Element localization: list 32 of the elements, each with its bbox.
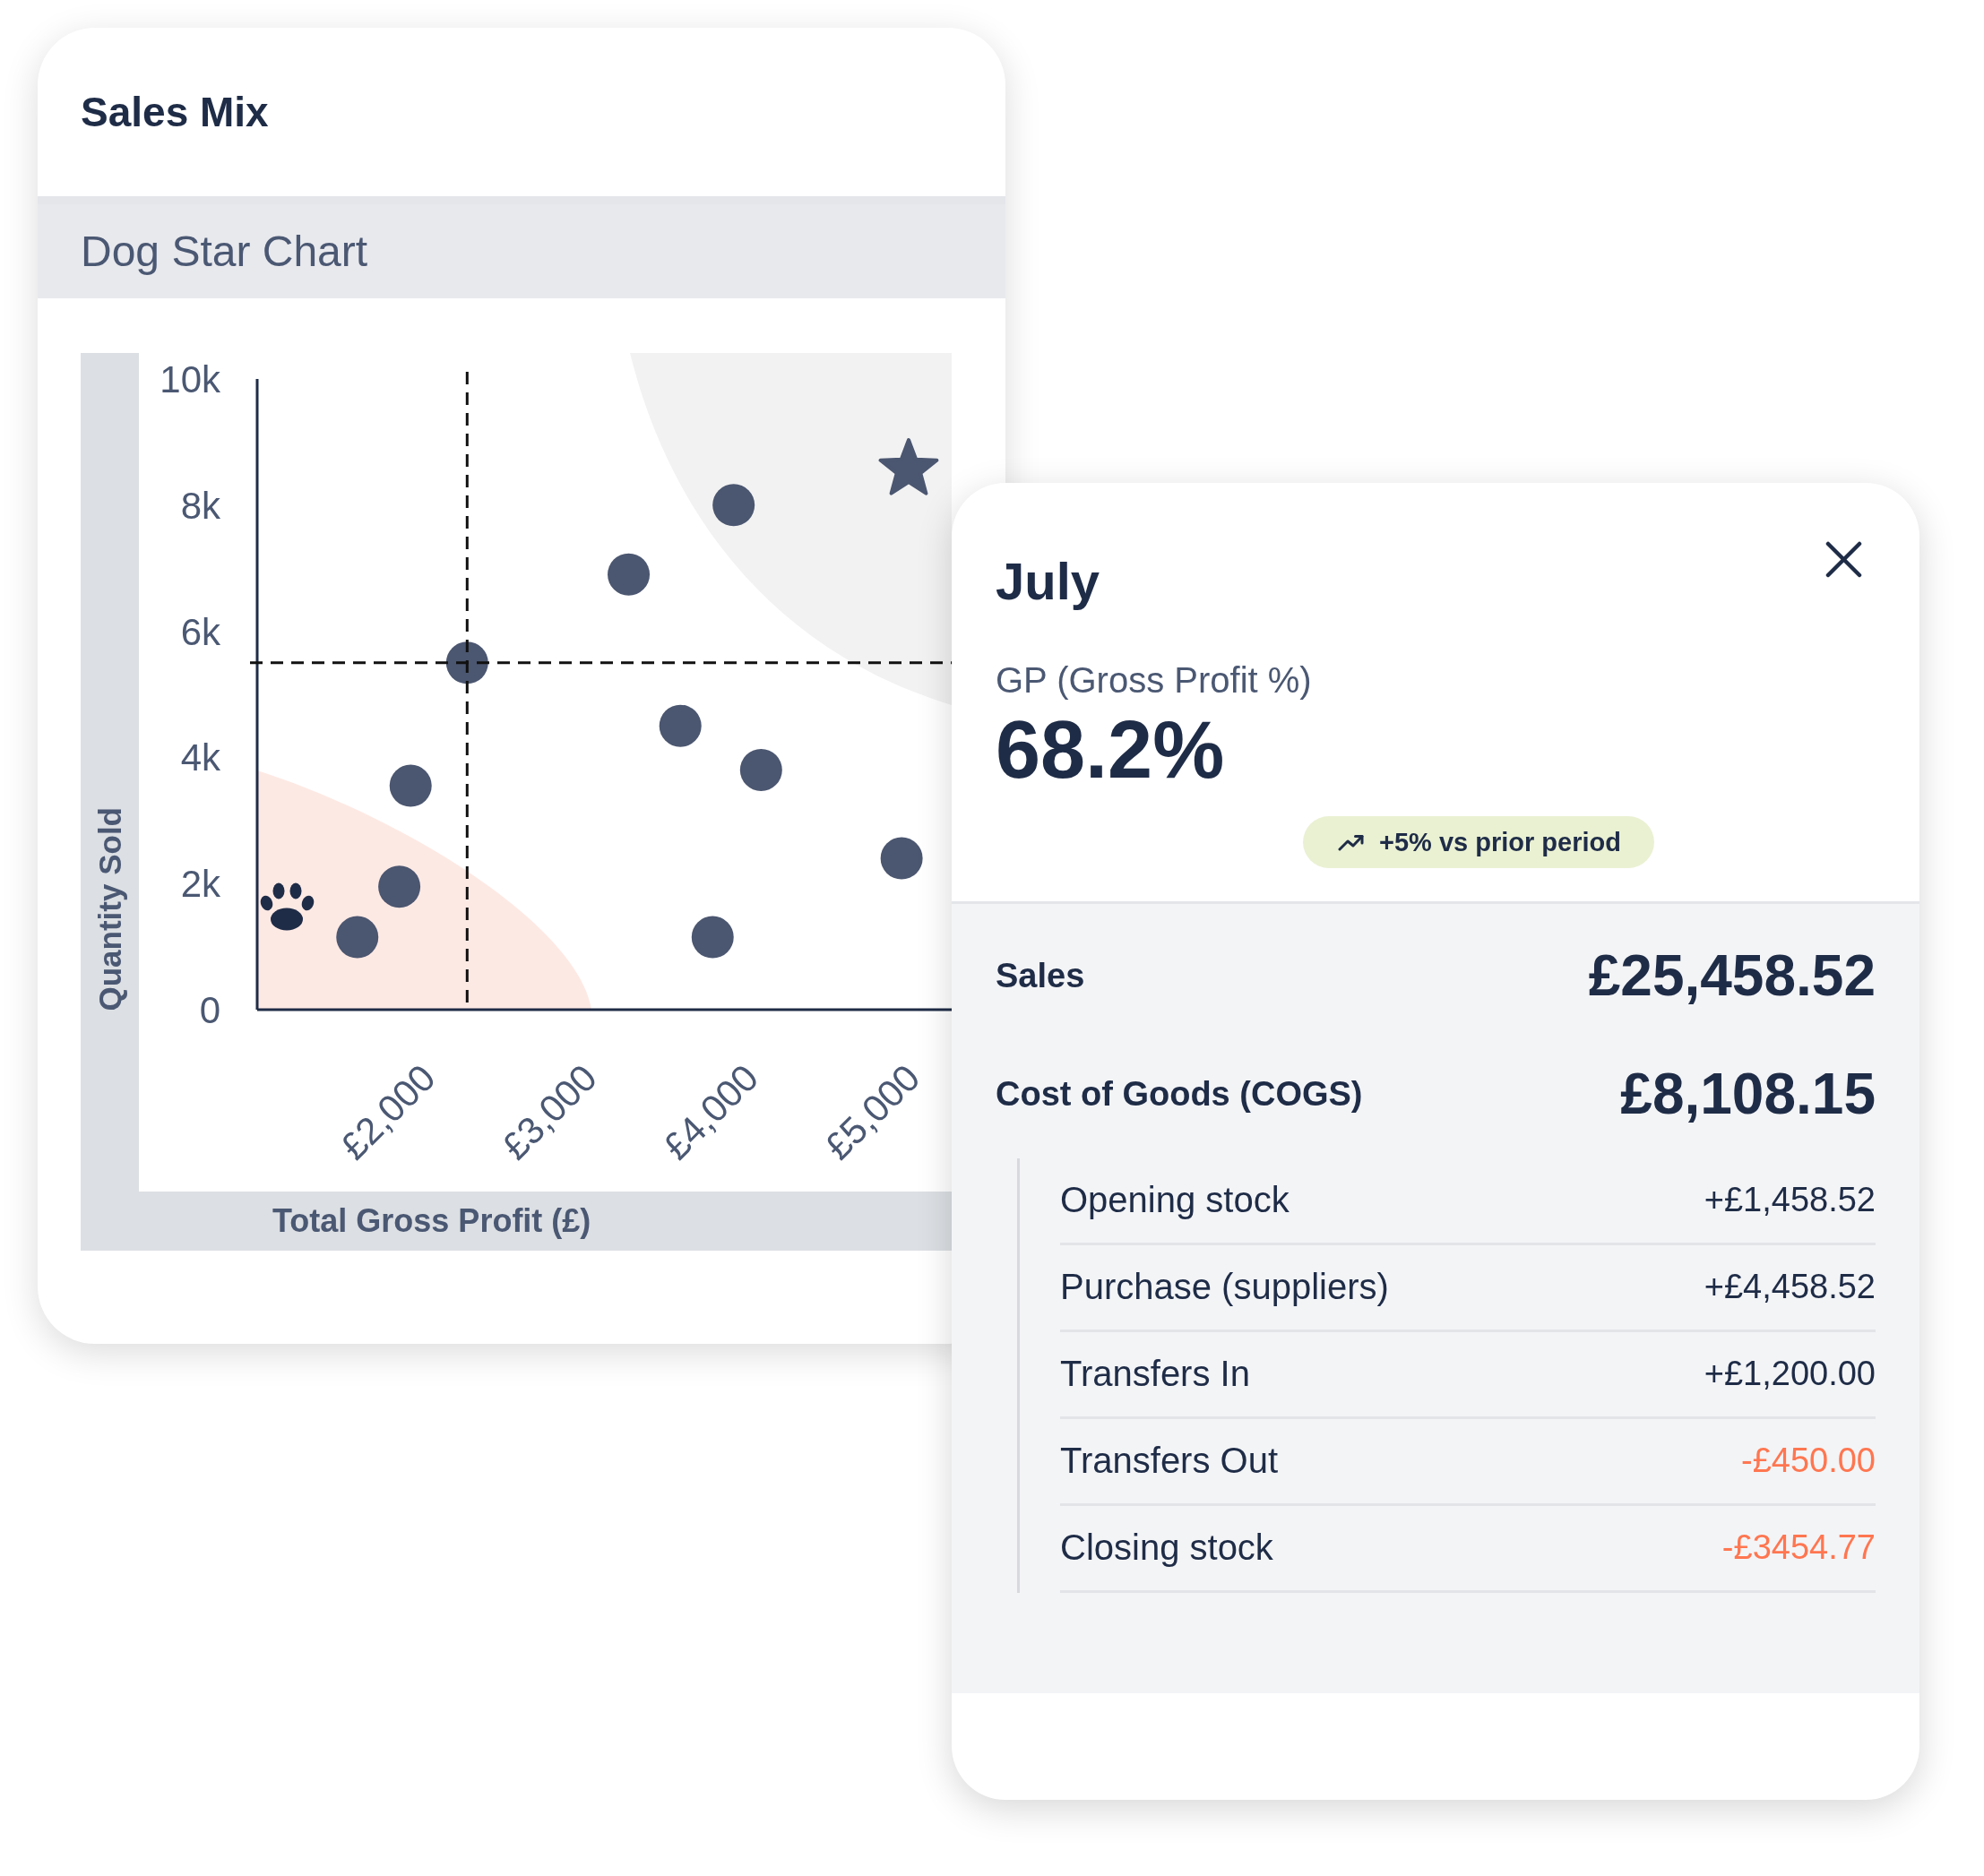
- y-tick-label: 10k: [160, 358, 220, 400]
- close-icon: [1825, 541, 1862, 578]
- summary-amount: £25,458.52: [1588, 947, 1876, 1004]
- breakdown-label: Transfers Out: [1060, 1440, 1279, 1481]
- y-axis-title: Quantity Sold: [94, 806, 125, 1011]
- card-title: Sales Mix: [81, 91, 269, 133]
- y-tick-label: 8k: [180, 484, 220, 527]
- metric-label: GP (Gross Profit %): [996, 662, 1312, 698]
- breakdown-label: Closing stock: [1060, 1527, 1273, 1568]
- summary-label: Sales: [996, 959, 1085, 993]
- summary-amount: £8,108.15: [1620, 1065, 1876, 1123]
- change-text: +5% vs prior period: [1379, 829, 1621, 856]
- breakdown-label: Opening stock: [1060, 1179, 1290, 1220]
- breakdown-label: Purchase (suppliers): [1060, 1266, 1389, 1307]
- chart-title: Dog Star Chart: [81, 229, 368, 273]
- x-axis-title: Total Gross Profit (£): [272, 1205, 591, 1237]
- star-icon: [878, 438, 939, 495]
- y-tick-label: 0: [199, 989, 220, 1031]
- y-tick-label: 4k: [180, 736, 220, 779]
- metric-value: 68.2%: [996, 710, 1225, 790]
- breakdown-amount: +£1,458.52: [1704, 1180, 1876, 1220]
- breakdown-amount: -£450.00: [1741, 1441, 1876, 1481]
- breakdown-label: Transfers In: [1060, 1353, 1250, 1394]
- breakdown-amount: +£1,200.00: [1704, 1354, 1876, 1394]
- trend-up-icon: [1338, 833, 1365, 851]
- close-button[interactable]: [1825, 541, 1862, 578]
- breakdown-amount: -£3454.77: [1721, 1527, 1876, 1568]
- y-tick-label: 2k: [180, 863, 220, 906]
- summary-label: Cost of Goods (COGS): [996, 1077, 1363, 1111]
- y-tick-label: 6k: [180, 610, 220, 653]
- breakdown-amount: +£4,458.52: [1704, 1267, 1876, 1307]
- paw-icon: [260, 882, 315, 931]
